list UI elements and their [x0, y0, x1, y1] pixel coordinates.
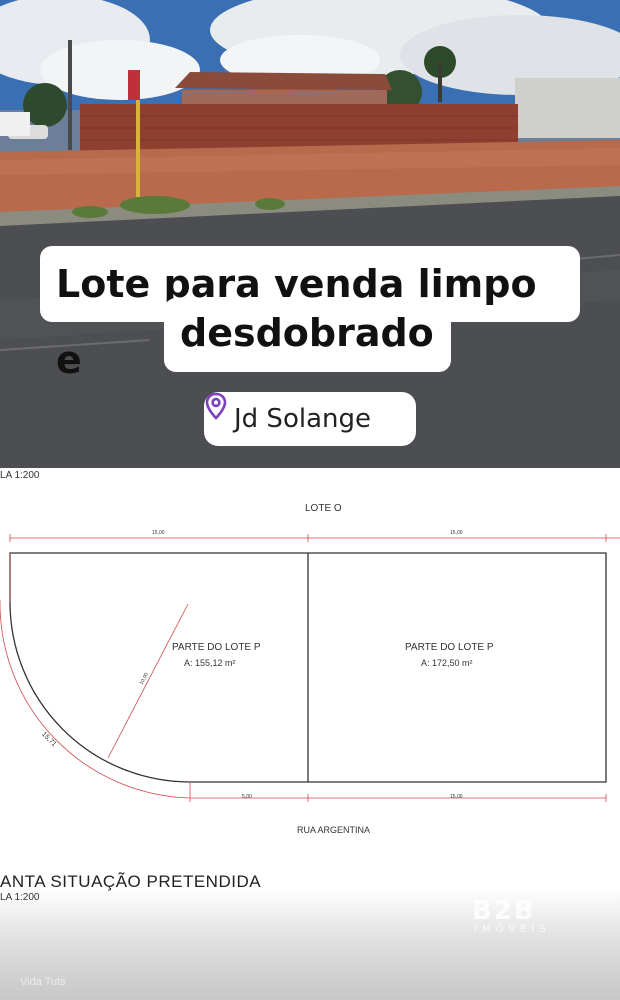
footer-hint: Vida Tuts — [20, 976, 66, 988]
lote-o-label: LOTE O — [305, 503, 342, 514]
dim-bottom-left: 5,00 — [242, 794, 252, 800]
plan-title: ANTA SITUAÇÃO PRETENDIDA — [0, 872, 262, 891]
dim-top-left: 15,00 — [152, 530, 165, 536]
lot-left-name: PARTE DO LOTE P — [172, 642, 261, 653]
street-label: RUA ARGENTINA — [297, 825, 371, 835]
location-label: Jd Solange — [234, 404, 371, 434]
brand-watermark: B2B — [472, 896, 536, 926]
lot-right-name: PARTE DO LOTE P — [405, 642, 494, 653]
lot-left-area: A: 155,12 m² — [184, 658, 236, 668]
location-sticker[interactable]: Jd Solange — [204, 392, 416, 446]
scale-bottom: LA 1:200 — [0, 892, 40, 903]
dim-bottom-right: 15,00 — [450, 794, 463, 800]
site-plan: LA 1:200 LOTE O 15,00 15,00 5,00 15,00 1… — [0, 468, 620, 1000]
lot-right-area: A: 172,50 m² — [421, 658, 473, 668]
dim-top-right: 15,00 — [450, 530, 463, 536]
property-photo: Lote para venda limpo e desdobrado Jd So… — [0, 0, 620, 468]
brand-watermark-sub: IMÓVEIS — [474, 924, 551, 935]
headline-line-2: desdobrado — [164, 298, 451, 372]
